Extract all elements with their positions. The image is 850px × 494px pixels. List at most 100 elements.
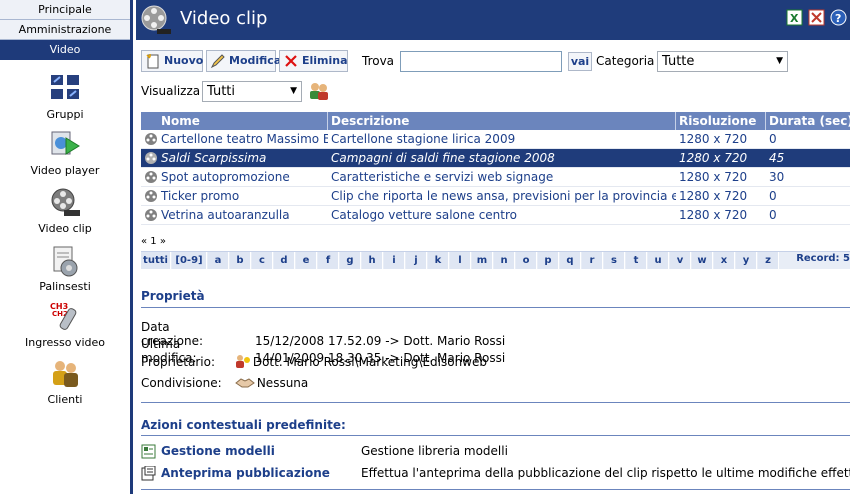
alpha-letter[interactable]: r [582,252,603,269]
table-row[interactable]: Spot autopromozione Caratteristiche e se… [141,168,850,187]
excel-export-icon[interactable]: X [786,9,803,26]
view-select[interactable]: Tutti ▼ [202,81,302,102]
column-header-risoluzione[interactable]: Risoluzione [676,112,766,130]
search-label: Trova [362,54,395,68]
cell-duration: 0 [769,189,777,203]
alpha-letter[interactable]: b [230,252,251,269]
gestione-modelli-link[interactable]: Gestione modelli [161,444,275,458]
tab-amministrazione[interactable]: Amministrazione [0,20,130,40]
users-filter-icon[interactable] [308,82,330,100]
film-reel-icon [144,132,158,146]
template-icon [141,444,156,459]
alpha-letter[interactable]: g [340,252,361,269]
cell-duration: 0 [769,208,777,222]
action-description: Gestione libreria modelli [361,444,508,458]
edit-button[interactable]: Modifica [206,50,281,72]
cell-duration: 0 [769,132,777,146]
actions-title: Azioni contestuali predefinite: [141,418,346,432]
video-input-icon: CH3 CH2 [48,300,82,334]
film-reel-icon [144,189,158,203]
alpha-letter[interactable]: o [516,252,537,269]
schedule-icon [48,244,82,278]
alpha-letter[interactable]: j [406,252,427,269]
alpha-letter[interactable]: s [604,252,625,269]
user-icon [235,354,251,368]
alpha-letter[interactable]: y [736,252,757,269]
delete-icon [283,53,299,69]
share-row: Condivisione: Nessuna [141,375,308,390]
alpha-letter[interactable]: m [472,252,493,269]
divider [141,402,850,403]
anteprima-pubblicazione-link[interactable]: Anteprima pubblicazione [161,466,330,480]
alpha-letter[interactable]: i [384,252,405,269]
table-row[interactable]: Vetrina autoaranzulla Catalogo vetture s… [141,206,850,225]
new-button[interactable]: Nuovo [141,50,203,72]
help-icon[interactable]: ? [830,9,847,26]
owner-label: Proprietario: [141,355,216,369]
alpha-letter[interactable]: x [714,252,735,269]
search-input[interactable] [400,51,562,72]
cell-description: Campagni di saldi fine stagione 2008 [331,151,555,165]
sidebar-item-video-clip[interactable]: Video clip [0,180,130,236]
column-header-descrizione[interactable]: Descrizione [328,112,676,130]
table-row[interactable]: Ticker promo Clip che riporta le news an… [141,187,850,206]
alpha-letter[interactable]: k [428,252,449,269]
action-gestione-modelli: Gestione modelli Gestione libreria model… [141,444,850,460]
alpha-letter[interactable]: d [274,252,295,269]
film-reel-icon [144,208,158,222]
table-row[interactable]: Saldi Scarpissima Campagni di saldi fine… [141,149,850,168]
alpha-letter[interactable]: a [208,252,229,269]
pager[interactable]: « 1 » [141,236,166,247]
action-anteprima-pubblicazione: Anteprima pubblicazione Effettua l'antep… [141,465,850,482]
alpha-tutti[interactable]: tutti [141,252,171,269]
cell-description: Clip che riporta le news ansa, prevision… [331,189,676,203]
alpha-letter[interactable]: f [318,252,339,269]
alpha-letter[interactable]: w [692,252,713,269]
preview-icon [141,465,156,481]
alpha-letter[interactable]: v [670,252,691,269]
column-header-nome[interactable]: Nome [158,112,328,130]
film-reel-icon [48,186,82,220]
pencil-icon [210,53,226,69]
alpha-letter[interactable]: q [560,252,581,269]
record-count: Record: 5 [796,253,850,264]
page-header: Video clip X ? [136,0,850,40]
alpha-letter[interactable]: p [538,252,559,269]
alpha-letter[interactable]: h [362,252,383,269]
film-reel-icon [144,170,158,184]
sidebar-item-gruppi[interactable]: Gruppi [0,72,130,121]
chevron-down-icon: ▼ [290,86,297,96]
tab-principale[interactable]: Principale [0,0,130,20]
alpha-letter[interactable]: z [758,252,779,269]
sidebar-item-palinsesti[interactable]: Palinsesti [0,244,130,293]
cell-resolution: 1280 x 720 [679,189,748,203]
alpha-letter[interactable]: u [648,252,669,269]
cell-duration: 30 [769,170,785,184]
pdf-export-icon[interactable] [808,9,825,26]
page-title: Video clip [180,8,268,29]
share-value: Nessuna [256,376,309,390]
alpha-letter[interactable]: l [450,252,471,269]
sidebar-item-label: Clienti [47,393,83,406]
sidebar-item-clienti[interactable]: Clienti [0,357,130,406]
table-row[interactable]: Cartellone teatro Massimo Be Cartellone … [141,130,850,149]
tab-video[interactable]: Video [0,40,130,60]
column-header-durata[interactable]: Durata (sec) [766,112,850,130]
alpha-letter[interactable]: t [626,252,647,269]
sidebar-item-video-player[interactable]: Video player [0,128,130,177]
alpha-letter[interactable]: c [252,252,273,269]
new-document-icon [145,53,161,69]
divider [141,307,850,308]
sidebar-item-label: Palinsesti [39,280,91,293]
category-select[interactable]: Tutte ▼ [657,51,788,72]
sidebar: Principale Amministrazione Video Gruppi … [0,0,133,494]
alpha-letter[interactable]: n [494,252,515,269]
alpha-digits[interactable]: [0-9] [172,252,207,269]
delete-button[interactable]: Elimina [279,50,348,72]
alpha-letter[interactable]: e [296,252,317,269]
go-button[interactable]: vai [568,52,592,71]
sidebar-item-ingresso-video[interactable]: CH3 CH2 Ingresso video [0,300,130,349]
sidebar-item-label: Video player [30,164,100,177]
divider [141,489,850,490]
cell-description: Catalogo vetture salone centro [331,208,517,222]
